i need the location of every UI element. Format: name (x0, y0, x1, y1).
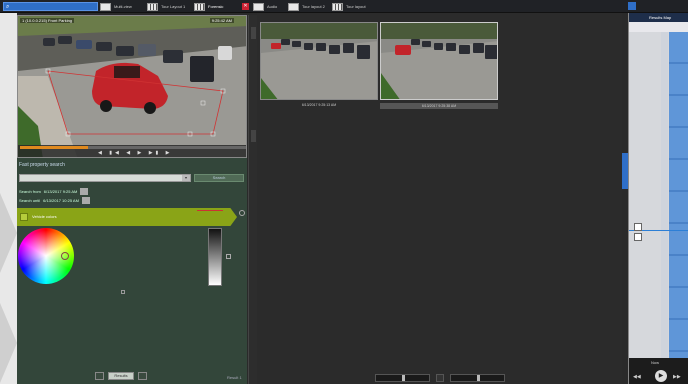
timeline-title: Results Map (649, 15, 672, 20)
search-to-row: Search until 6/13/2017 10:25 AM (19, 197, 90, 204)
tab-tour-layout-2[interactable]: Tour layout 2 (288, 2, 325, 11)
color-filter-header[interactable]: Vehicle colors (17, 208, 237, 226)
camera-timestamp: 9:25:42 AM (209, 18, 234, 23)
timeline-header: Results Map (629, 13, 688, 22)
zoom-slider[interactable] (450, 374, 505, 382)
monitor-icon (100, 2, 111, 11)
decorative-wedge (0, 193, 17, 273)
tab-tour-layout-1[interactable]: Tour Layout 1 (147, 2, 185, 11)
export-icon[interactable] (634, 233, 642, 241)
calendar-icon[interactable] (80, 188, 89, 195)
play-button[interactable]: ▶ (655, 370, 667, 382)
thumbnail-image (260, 22, 378, 100)
thumbnail-caption: 6/13/2017 9:25:13 AM (301, 103, 337, 107)
thumbnail-caption: 6/13/2017 9:25:38 AM (380, 103, 498, 109)
speed-slider[interactable] (375, 374, 430, 382)
color-filter-label: Vehicle colors (32, 214, 57, 219)
brightness-handle[interactable] (226, 254, 231, 259)
prev-page-button[interactable] (95, 372, 104, 380)
selected-color-swatch (197, 210, 223, 211)
tab-label: Audio (267, 4, 278, 9)
monitor-icon (288, 2, 299, 11)
color-selection-marker[interactable] (61, 252, 69, 260)
slider-handle[interactable] (402, 375, 405, 381)
timeline-footer: Now ◀◀ ▶ ▶▶ (629, 358, 688, 384)
forensic-search-panel: Fast property search ▾ Search Search fro… (17, 158, 247, 384)
thumbnail-image (380, 22, 498, 100)
camera-title: 1 (10.0.0.215) Front Parking (20, 18, 75, 23)
timeline-lane[interactable] (661, 32, 668, 358)
next-page-button[interactable] (138, 372, 147, 380)
results-timeline: Results Map Now ◀◀ ▶ ▶▶ (628, 13, 688, 384)
bookmark-icon[interactable] (634, 223, 642, 231)
fast-forward-button[interactable]: ▶▶ (673, 374, 681, 380)
color-filter-checkbox[interactable] (20, 213, 28, 221)
tab-forensic[interactable]: Forensic (194, 2, 223, 11)
search-icon: ⌕ (6, 4, 10, 10)
tab-label: Multi-view (114, 4, 132, 9)
collapse-arrow-icon[interactable] (251, 27, 256, 39)
playback-buttons[interactable]: ◀ ▮◀ ◀ ▶ ▶▮ ▶ (98, 150, 173, 156)
grid-icon (194, 2, 205, 11)
calendar-icon[interactable] (81, 197, 90, 204)
search-from-label: Search from (19, 189, 41, 194)
grid-icon (147, 2, 158, 11)
result-count: Result 1 (227, 375, 242, 380)
decorative-wedge (0, 303, 17, 383)
search-from-value[interactable]: 6/13/2017 9:25 AM (44, 189, 78, 194)
left-edge-strip (0, 13, 17, 384)
expand-toggle-icon[interactable] (239, 210, 245, 216)
search-to-label: Search until (19, 198, 41, 203)
timeline-transport (375, 374, 505, 382)
window-menu-button[interactable] (628, 2, 636, 10)
tab-audio[interactable]: Audio (253, 2, 277, 11)
playback-controls: ◀ ▮◀ ◀ ▶ ▶▮ ▶ (18, 145, 246, 157)
tab-label: Forensic (208, 4, 224, 9)
main-camera-view[interactable]: 1 (10.0.0.215) Front Parking 9:25:42 AM … (17, 15, 247, 158)
slider-handle[interactable] (477, 375, 480, 381)
search-button[interactable]: Search (194, 174, 244, 182)
page-label[interactable]: Results (108, 372, 134, 380)
camera-frame-image (18, 16, 246, 157)
tab-label: Tour Layout 1 (161, 4, 186, 9)
recording-bar[interactable] (669, 32, 688, 358)
top-toolbar: ⌕ Multi-view Tour Layout 1 Forensic ✕ Au… (0, 0, 688, 13)
brightness-slider[interactable] (208, 228, 222, 286)
thumbnail-scene (381, 23, 497, 99)
results-pager: Results (95, 372, 147, 380)
timeline-now-label: Now (651, 360, 660, 365)
search-to-value[interactable]: 6/13/2017 10:25 AM (43, 198, 79, 203)
tab-label: Tour layout (346, 4, 366, 9)
tab-label: Tour layout 2 (302, 4, 325, 9)
stop-button[interactable] (436, 374, 444, 382)
panel-title: Fast property search (19, 162, 65, 168)
rewind-button[interactable]: ◀◀ (633, 374, 641, 380)
chevron-down-icon[interactable]: ▾ (182, 175, 190, 181)
results-area: 6/13/2017 9:25:13 AM 6/13/2017 9:25:38 A… (257, 13, 622, 384)
reset-handle-icon[interactable] (121, 290, 125, 294)
camera-select[interactable]: ▾ (19, 174, 191, 182)
monitor-icon (253, 2, 264, 11)
tab-tour-layout[interactable]: Tour layout (332, 2, 366, 11)
grid-icon (332, 2, 343, 11)
panel-splitter[interactable] (248, 15, 257, 384)
seek-bar[interactable] (20, 146, 246, 149)
result-thumbnail[interactable]: 6/13/2017 9:25:13 AM (260, 22, 378, 114)
tab-multi-view[interactable]: Multi-view (100, 2, 132, 11)
seek-fill (20, 146, 88, 149)
search-from-row: Search from 6/13/2017 9:25 AM (19, 188, 89, 195)
timeline-ruler[interactable] (629, 22, 688, 32)
search-input[interactable]: ⌕ (3, 2, 98, 11)
thumbnail-scene (261, 23, 377, 99)
close-tab-button[interactable]: ✕ (242, 3, 249, 10)
collapse-arrow-icon[interactable] (251, 130, 256, 142)
result-thumbnail-selected[interactable]: 6/13/2017 9:25:38 AM (380, 22, 498, 114)
